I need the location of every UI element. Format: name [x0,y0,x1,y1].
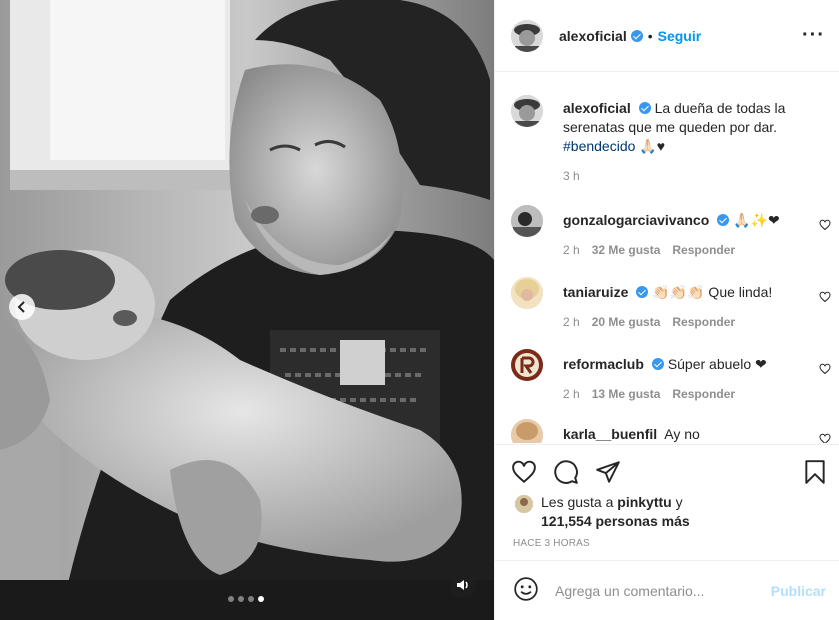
chevron-left-icon [17,301,25,313]
comment-meta: 2 h 20 Me gusta Responder [563,315,735,329]
share-button[interactable] [595,459,621,488]
avatar[interactable] [511,419,543,443]
comment-input[interactable] [555,582,771,599]
follow-button[interactable]: Seguir [658,28,702,44]
carousel-indicator [228,596,264,602]
comment-body: Súper abuelo ❤ [667,356,767,372]
comment-item: reformaclub Súper abuelo ❤ 2 h 13 Me gus… [511,349,831,409]
comment-time[interactable]: 2 h [563,315,580,329]
post-photo[interactable] [0,0,494,620]
heart-icon[interactable] [819,433,831,443]
comment-item: karla__buenfil Ay no [511,419,831,443]
verified-badge-icon [636,286,649,298]
comment-likes[interactable]: 32 Me gusta [592,243,661,257]
speaker-icon [457,580,468,590]
bookmark-icon [805,460,825,484]
post-side-panel: alexoficial • Seguir ··· alexoficial La … [494,0,839,620]
reply-button[interactable]: Responder [672,387,735,401]
commenter-avatar-image [511,419,543,443]
caption-emoji: 🙏🏻♥ [639,138,666,154]
avatar[interactable] [515,495,533,513]
separator-dot: • [647,27,653,44]
likes-count[interactable]: 121,554 personas más [541,513,690,529]
prev-photo-button[interactable] [9,294,35,320]
avatar[interactable] [511,95,543,127]
verified-badge-icon [717,214,730,226]
hashtag-link[interactable]: #bendecido [563,138,635,154]
comment-text: taniaruize 👏🏻👏🏻👏🏻 Que linda! [563,283,793,302]
comment-text: reformaclub Súper abuelo ❤ [563,355,793,374]
carousel-dot-active [258,596,264,602]
more-options-icon[interactable]: ··· [802,24,825,47]
caption-username[interactable]: alexoficial [563,100,631,116]
comment-icon [554,460,578,484]
reply-button[interactable]: Responder [672,315,735,329]
carousel-dot [248,596,254,602]
comment-username[interactable]: karla__buenfil [563,426,657,442]
comment-username[interactable]: reformaclub [563,356,644,372]
commenter-avatar-image [511,205,543,237]
likes-summary: Les gusta a pinkyttu y 121,554 personas … [515,493,690,531]
heart-icon [512,460,536,484]
carousel-dot [228,596,234,602]
avatar[interactable] [511,205,543,237]
liker-avatar-image [515,495,533,513]
post-header: alexoficial • Seguir ··· [495,0,839,72]
comment-body: Ay no [664,426,700,442]
add-comment-bar: Publicar [495,560,839,620]
caption-meta: 3 h [563,169,580,183]
avatar[interactable] [511,19,543,52]
comment-text: gonzalogarciavivanco 🙏🏻✨❤ [563,211,793,230]
caption-text: alexoficial La dueña de todas la serenat… [563,99,803,156]
commenter-avatar-image [511,349,543,381]
comment-button[interactable] [553,459,579,488]
verified-badge-icon [630,29,643,42]
liker-username[interactable]: pinkyttu [617,494,671,510]
author-avatar-image [511,19,543,52]
post-actions: Les gusta a pinkyttu y 121,554 personas … [495,444,839,560]
comment-body: 🙏🏻✨❤ [733,212,780,228]
comment-item: taniaruize 👏🏻👏🏻👏🏻 Que linda! 2 h 20 Me g… [511,277,831,337]
comment-meta: 2 h 32 Me gusta Responder [563,243,735,257]
comments-list[interactable]: alexoficial La dueña de todas la serenat… [495,73,839,443]
post-time-ago[interactable]: HACE 3 HORAS [513,538,590,549]
share-icon [596,461,620,483]
comment-username[interactable]: taniaruize [563,284,628,300]
commenter-avatar-image [511,277,543,309]
heart-icon[interactable] [819,291,831,303]
comment-time[interactable]: 2 h [563,387,580,401]
photo-image [0,0,494,620]
comment-text: karla__buenfil Ay no [563,425,793,443]
comment-item: gonzalogarciavivanco 🙏🏻✨❤ 2 h 32 Me gust… [511,205,831,265]
emoji-button[interactable] [513,576,539,605]
likes-prefix: Les gusta a [541,494,614,510]
reply-button[interactable]: Responder [672,243,735,257]
comment-likes[interactable]: 20 Me gusta [592,315,661,329]
author-username[interactable]: alexoficial [559,28,627,44]
comment-meta: 2 h 13 Me gusta Responder [563,387,735,401]
publish-button[interactable]: Publicar [771,583,826,599]
emoji-icon [514,577,538,601]
like-button[interactable] [511,459,537,488]
comment-likes[interactable]: 13 Me gusta [592,387,661,401]
avatar[interactable] [511,349,543,381]
caption-time[interactable]: 3 h [563,169,580,183]
heart-icon[interactable] [819,363,831,375]
sound-toggle-button[interactable] [450,572,476,598]
comment-username[interactable]: gonzalogarciavivanco [563,212,709,228]
verified-badge-icon [638,102,651,114]
carousel-dot [238,596,244,602]
verified-badge-icon [651,358,664,370]
comment-time[interactable]: 2 h [563,243,580,257]
heart-icon[interactable] [819,219,831,231]
likes-and: y [675,494,683,510]
caption-avatar-image [511,95,543,127]
comment-body: 👏🏻👏🏻👏🏻 Que linda! [652,284,773,300]
avatar[interactable] [511,277,543,309]
save-button[interactable] [802,459,828,488]
caption: alexoficial La dueña de todas la serenat… [511,95,831,195]
